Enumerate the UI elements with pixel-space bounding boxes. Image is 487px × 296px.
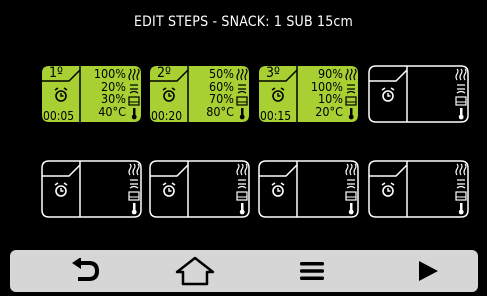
- step-card-3[interactable]: 3º 00:15 90% 100% 10% 20°C: [258, 65, 359, 123]
- back-button[interactable]: [45, 250, 125, 292]
- steam-icon: [346, 179, 356, 189]
- step-time: 00:15: [260, 109, 292, 123]
- alarm-clock-icon: [162, 182, 176, 197]
- empty-step-slot[interactable]: [368, 160, 469, 218]
- steam-icon: [237, 84, 247, 94]
- microwave-icon: [345, 191, 357, 201]
- temperature-value: 20°C: [315, 103, 343, 119]
- empty-step-shape: [258, 160, 359, 218]
- step-time: 00:20: [151, 109, 183, 123]
- heat-icon: [345, 68, 357, 81]
- thermometer-icon: [239, 108, 245, 120]
- play-icon: [419, 261, 438, 281]
- empty-step-shape: [368, 160, 469, 218]
- alarm-clock-icon: [381, 87, 395, 102]
- empty-step-slot[interactable]: [149, 160, 250, 218]
- thermometer-icon: [131, 108, 137, 120]
- heat-icon: [455, 163, 467, 176]
- step-number: 2º: [157, 65, 171, 81]
- page-title: EDIT STEPS - SNACK: 1 SUB 15cm: [133, 14, 353, 30]
- step-card-1[interactable]: 1º 00:05 100% 20% 30% 40°C: [41, 65, 142, 123]
- temperature-value: 80°C: [206, 103, 234, 119]
- step-values: 50% 60% 70% 80°C: [206, 67, 234, 119]
- alarm-clock-icon: [54, 87, 68, 102]
- home-icon: [175, 256, 215, 286]
- heat-icon: [455, 68, 467, 81]
- microwave-icon: [128, 96, 140, 106]
- alarm-clock-icon: [162, 87, 176, 102]
- heat-icon: [345, 163, 357, 176]
- microwave-icon: [236, 191, 248, 201]
- step-number: 3º: [266, 65, 280, 81]
- menu-button[interactable]: [272, 250, 352, 292]
- thermometer-icon: [458, 203, 464, 215]
- thermometer-icon: [348, 203, 354, 215]
- step-values: 90% 100% 10% 20°C: [311, 67, 343, 119]
- bottom-toolbar: [10, 250, 478, 292]
- thermometer-icon: [131, 203, 137, 215]
- temperature-value: 40°C: [98, 103, 126, 119]
- home-button[interactable]: [155, 250, 235, 292]
- step-card-2[interactable]: 2º 00:20 50% 60% 70% 80°C: [149, 65, 250, 123]
- empty-step-slot[interactable]: [41, 160, 142, 218]
- microwave-icon: [345, 96, 357, 106]
- empty-step-slot[interactable]: [258, 160, 359, 218]
- play-button[interactable]: [388, 250, 468, 292]
- step-time: 00:05: [43, 109, 75, 123]
- heat-icon: [236, 163, 248, 176]
- microwave-icon: [455, 96, 467, 106]
- alarm-clock-icon: [271, 87, 285, 102]
- microwave-icon: [455, 191, 467, 201]
- alarm-clock-icon: [54, 182, 68, 197]
- steam-icon: [456, 179, 466, 189]
- thermometer-icon: [239, 203, 245, 215]
- empty-step-shape: [41, 160, 142, 218]
- mode-icons: [345, 68, 357, 120]
- heat-icon: [128, 163, 140, 176]
- back-icon: [72, 258, 100, 281]
- mode-icons: [236, 68, 248, 120]
- heat-icon: [128, 68, 140, 81]
- step-values: 100% 20% 30% 40°C: [94, 67, 126, 119]
- microwave-icon: [236, 96, 248, 106]
- mode-icons: [128, 68, 140, 120]
- steam-icon: [456, 84, 466, 94]
- microwave-icon: [128, 191, 140, 201]
- steam-icon: [129, 179, 139, 189]
- menu-icon: [300, 262, 324, 280]
- empty-step-slot[interactable]: [368, 65, 469, 123]
- steam-icon: [129, 84, 139, 94]
- thermometer-icon: [458, 108, 464, 120]
- steam-icon: [237, 179, 247, 189]
- empty-step-shape: [149, 160, 250, 218]
- alarm-clock-icon: [271, 182, 285, 197]
- alarm-clock-icon: [381, 182, 395, 197]
- heat-icon: [236, 68, 248, 81]
- empty-step-shape: [368, 65, 469, 123]
- step-number: 1º: [49, 65, 63, 81]
- thermometer-icon: [348, 108, 354, 120]
- steam-icon: [346, 84, 356, 94]
